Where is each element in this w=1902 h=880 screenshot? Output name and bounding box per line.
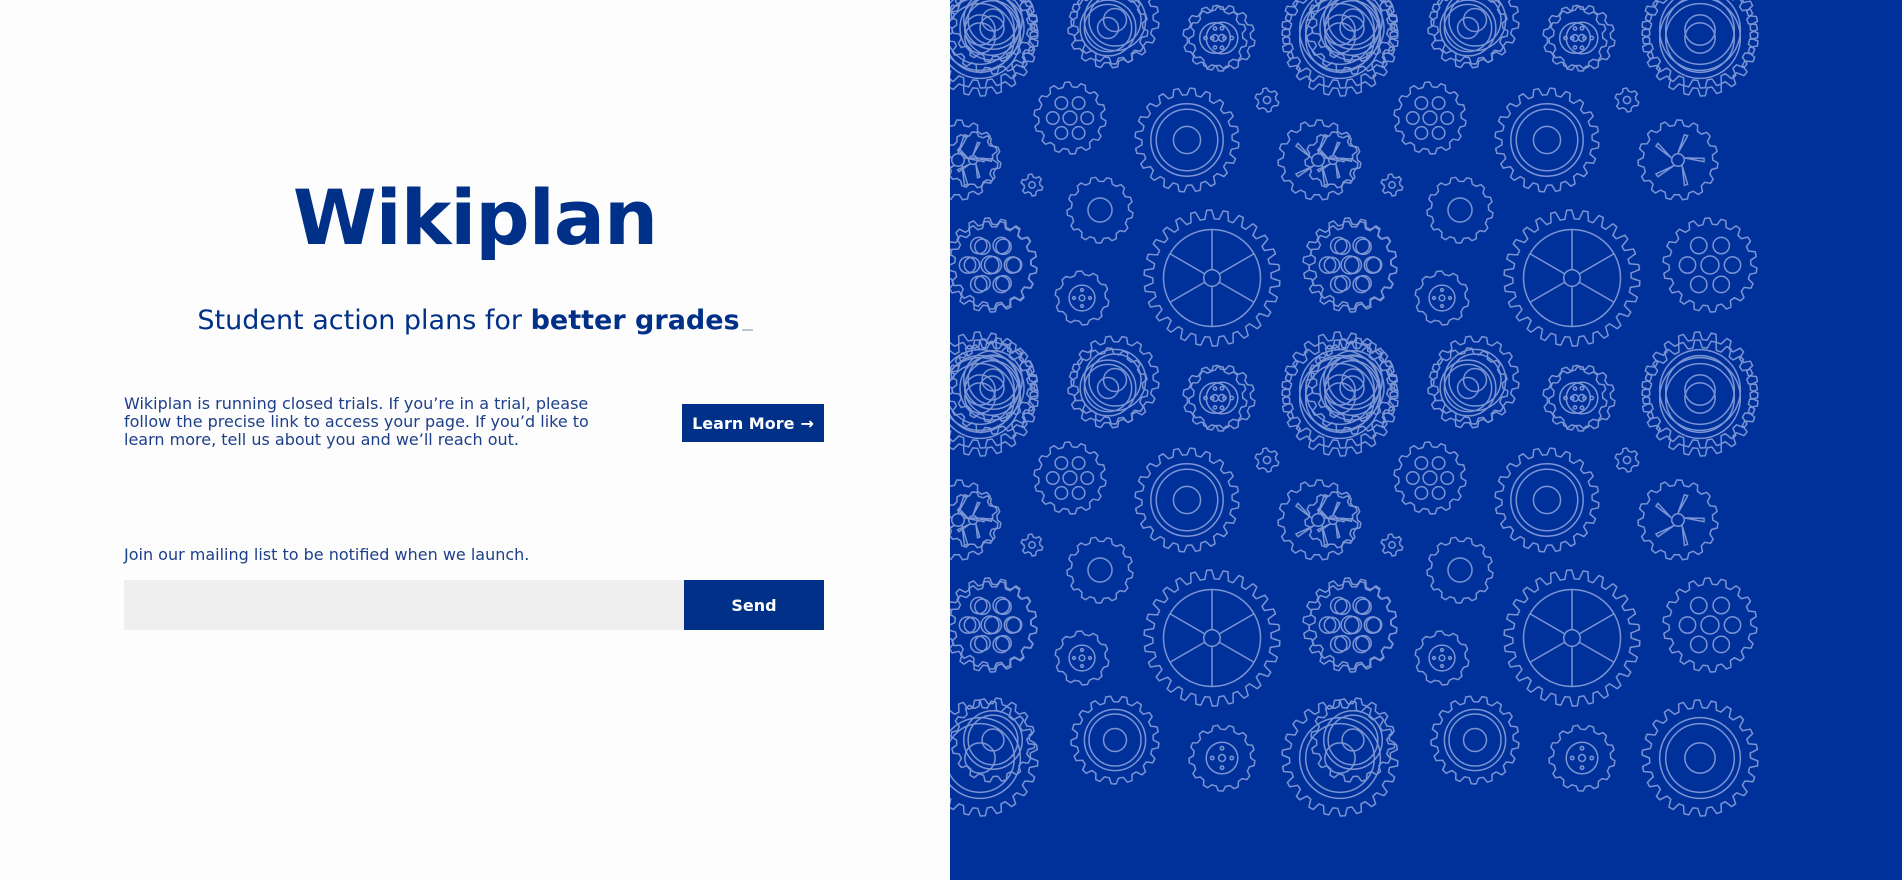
gear-pattern-panel [950,0,1902,880]
email-input[interactable] [124,580,684,630]
pattern-background [950,0,1902,880]
mailing-list-label: Join our mailing list to be notified whe… [124,545,530,564]
send-button[interactable]: Send [684,580,824,630]
learn-more-button[interactable]: Learn More → [682,404,824,442]
tagline-emphasis: better grades [530,305,740,336]
intro-panel: Wikiplan Student action plans for better… [0,0,950,880]
arrow-right-icon: → [800,413,814,433]
tagline-prefix: Student action plans for [197,305,531,336]
tagline: Student action plans for better grades [0,303,950,339]
gear-pattern [950,0,1902,880]
learn-more-label: Learn More [692,413,795,433]
brand-title: Wikiplan [292,173,658,262]
trial-info-text: Wikiplan is running closed trials. If yo… [124,394,589,449]
typing-cursor [741,329,753,331]
landing-page: Wikiplan Student action plans for better… [0,0,1902,880]
